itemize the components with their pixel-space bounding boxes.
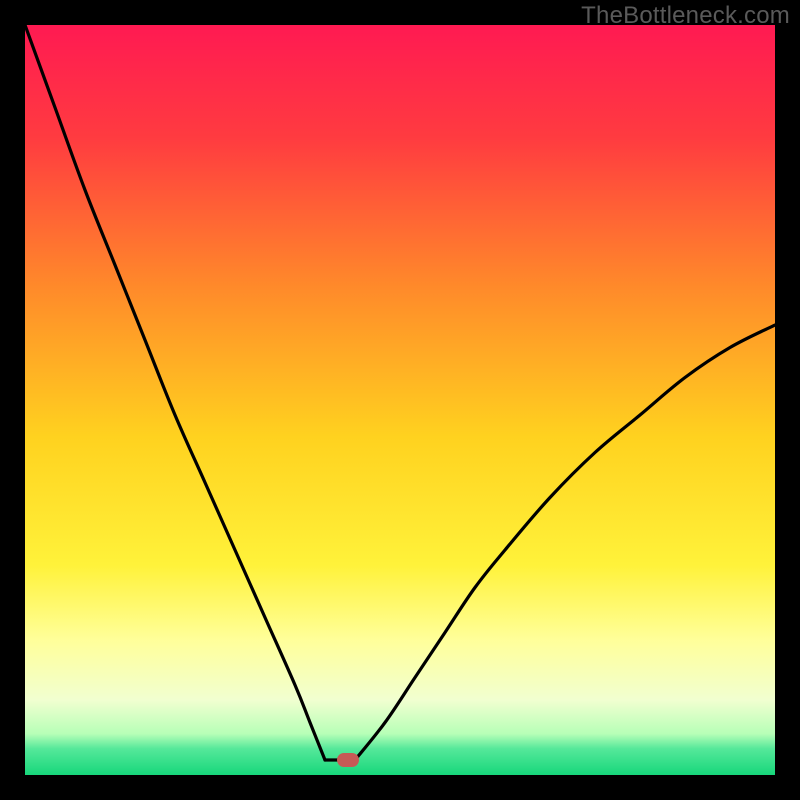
- chart-area: [25, 25, 775, 775]
- bottleneck-marker: [337, 753, 359, 767]
- gradient-background: [25, 25, 775, 775]
